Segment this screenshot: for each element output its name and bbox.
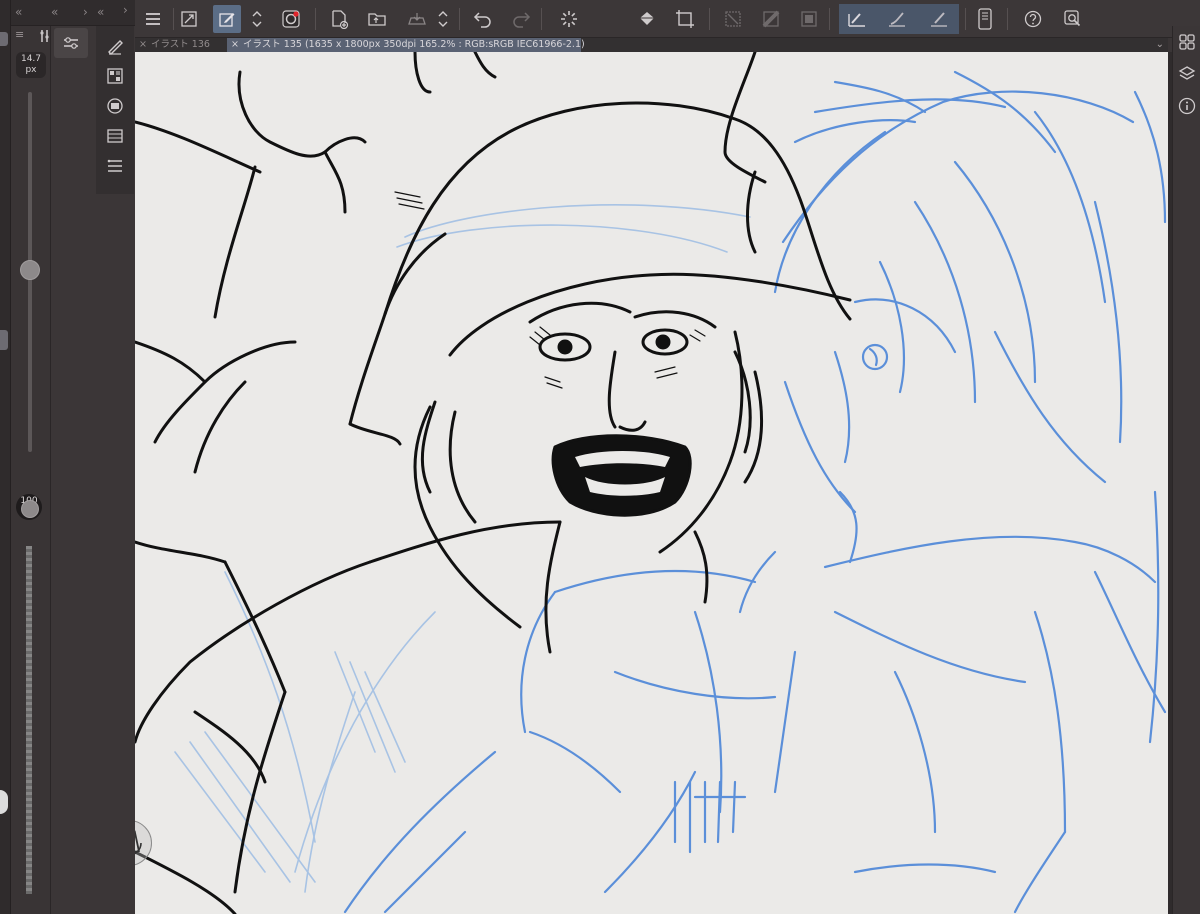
brush-size-badge: 14.7 px xyxy=(16,52,46,78)
fit-window-icon[interactable] xyxy=(175,5,203,33)
menu-icon[interactable]: ≡ xyxy=(15,28,24,41)
tab-illust-135[interactable]: × イラスト 135 (1635 x 1800px 350dpi 165.2% :… xyxy=(227,38,585,52)
left-edge-strip xyxy=(0,0,11,914)
collapse-icon[interactable]: « xyxy=(15,5,22,19)
stepper-icon[interactable] xyxy=(249,5,265,33)
toolbar-separator xyxy=(829,8,830,30)
blue-sketch-figure xyxy=(343,70,1167,914)
loading-icon[interactable] xyxy=(555,5,583,33)
document-tab-bar: × イラスト 136 × イラスト 135 (1635 x 1800px 350dp… xyxy=(135,38,1168,52)
color-wheel-icon[interactable] xyxy=(277,5,305,33)
palette-icon-column xyxy=(96,26,134,194)
redo-icon[interactable] xyxy=(507,5,535,33)
open-folder-icon[interactable] xyxy=(363,5,391,33)
tab-label: イラスト 135 (1635 x 1800px 350dpi 165.2% : … xyxy=(242,39,585,50)
search-icon[interactable] xyxy=(1059,5,1087,33)
device-icon[interactable] xyxy=(971,5,999,33)
command-bar xyxy=(135,0,1200,38)
fill-pattern-icon[interactable] xyxy=(757,5,785,33)
clip-studio-window: « « › « › ≡ 14.7 px 100 % xyxy=(0,0,1200,914)
toolbar-separator xyxy=(541,8,542,30)
toolbar-separator xyxy=(965,8,966,30)
crop-icon[interactable] xyxy=(671,5,699,33)
layer-list-icon[interactable] xyxy=(105,156,125,176)
right-palette-strip xyxy=(1172,26,1200,914)
ink-lines xyxy=(135,52,852,914)
brush-size-value: 14.7 xyxy=(20,54,42,64)
artwork xyxy=(135,52,1167,914)
new-canvas-icon[interactable] xyxy=(325,5,353,33)
sliders-icon xyxy=(64,37,78,49)
toolbar-separator xyxy=(173,8,174,30)
pen-tool-icon[interactable] xyxy=(105,36,125,56)
panel-handle[interactable] xyxy=(0,330,8,350)
info-icon[interactable] xyxy=(1177,96,1197,116)
brush-size-knob[interactable] xyxy=(20,260,40,280)
toolbar-separator xyxy=(459,8,460,30)
color-set-icon[interactable] xyxy=(105,66,125,86)
undo-icon[interactable] xyxy=(469,5,497,33)
toolbar-separator xyxy=(709,8,710,30)
rotate-icon xyxy=(135,830,142,856)
brush-size-unit: px xyxy=(25,65,37,75)
chevron-down-icon[interactable]: ⌄ xyxy=(1156,39,1164,50)
left-panel-header: « « › « › xyxy=(11,0,135,26)
panel-handle[interactable] xyxy=(0,32,8,46)
stroke-a-icon[interactable] xyxy=(843,5,871,33)
stepper-icon[interactable] xyxy=(435,5,451,33)
chevron-right-icon[interactable]: › xyxy=(123,3,128,17)
toolbar-separator xyxy=(315,8,316,30)
brush-slider-panel: ≡ 14.7 px 100 % xyxy=(11,26,51,914)
frame-icon[interactable] xyxy=(795,5,823,33)
timeline-icon[interactable] xyxy=(105,126,125,146)
sub-tool-settings-button[interactable] xyxy=(54,28,88,58)
drawing-canvas[interactable] xyxy=(135,52,1168,914)
opacity-knob[interactable] xyxy=(21,500,39,518)
collapse-icon[interactable]: « xyxy=(97,5,104,19)
menu-icon[interactable] xyxy=(139,5,167,33)
tab-illust-136[interactable]: × イラスト 136 xyxy=(135,38,227,52)
fill-icon[interactable] xyxy=(633,5,661,33)
grid-icon[interactable] xyxy=(1177,32,1197,52)
toolbar-separator xyxy=(1007,8,1008,30)
chevron-right-icon[interactable]: › xyxy=(83,5,88,19)
opacity-track[interactable] xyxy=(26,546,32,894)
tool-handle-icon[interactable] xyxy=(39,28,51,48)
tool-property-panel: « « › « › ≡ 14.7 px 100 % xyxy=(11,0,135,914)
close-tab-icon[interactable]: × xyxy=(139,39,147,50)
save-icon[interactable] xyxy=(403,5,431,33)
stroke-b-icon[interactable] xyxy=(883,5,911,33)
stroke-c-icon[interactable] xyxy=(925,5,953,33)
tab-label: イラスト 136 xyxy=(150,39,210,50)
help-icon[interactable] xyxy=(1019,5,1047,33)
color-swatch[interactable] xyxy=(0,790,8,814)
clear-icon[interactable] xyxy=(719,5,747,33)
edit-icon[interactable] xyxy=(213,5,241,33)
collapse-icon[interactable]: « xyxy=(51,5,58,19)
layers-icon[interactable] xyxy=(1177,64,1197,84)
rotate-canvas-button[interactable] xyxy=(135,820,152,866)
material-icon[interactable] xyxy=(105,96,125,116)
close-tab-icon[interactable]: × xyxy=(231,39,239,50)
